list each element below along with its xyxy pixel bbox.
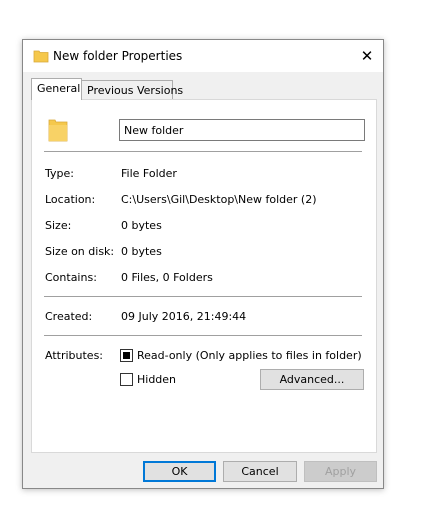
ok-button[interactable]: OK bbox=[143, 461, 216, 482]
size-value: 0 bytes bbox=[121, 219, 162, 232]
close-button[interactable]: ✕ bbox=[351, 40, 383, 72]
location-value: C:\Users\Gil\Desktop\New folder (2) bbox=[121, 193, 317, 206]
readonly-label: Read-only (Only applies to files in fold… bbox=[137, 349, 362, 362]
close-icon: ✕ bbox=[360, 47, 374, 65]
folder-name-input[interactable] bbox=[119, 119, 365, 141]
readonly-checkbox[interactable] bbox=[120, 349, 133, 362]
created-value: 09 July 2016, 21:49:44 bbox=[121, 310, 247, 323]
hidden-label: Hidden bbox=[137, 373, 177, 386]
type-label: Type: bbox=[45, 167, 74, 180]
hidden-checkbox[interactable] bbox=[120, 373, 133, 386]
divider bbox=[44, 296, 362, 297]
size-label: Size: bbox=[45, 219, 72, 232]
general-panel: Type: File Folder Location: C:\Users\Gil… bbox=[31, 99, 377, 453]
contains-value: 0 Files, 0 Folders bbox=[121, 271, 213, 284]
folder-icon bbox=[33, 50, 49, 63]
attributes-label: Attributes: bbox=[45, 349, 104, 362]
size-on-disk-label: Size on disk: bbox=[45, 245, 115, 258]
indeterminate-mark bbox=[123, 352, 130, 359]
folder-large-icon bbox=[48, 119, 68, 142]
created-label: Created: bbox=[45, 310, 93, 323]
tab-previous-versions[interactable]: Previous Versions bbox=[81, 80, 183, 100]
divider bbox=[44, 335, 362, 336]
cancel-button[interactable]: Cancel bbox=[223, 461, 297, 482]
size-on-disk-value: 0 bytes bbox=[121, 245, 162, 258]
window-title: New folder Properties bbox=[53, 49, 183, 63]
contains-label: Contains: bbox=[45, 271, 97, 284]
title-bar: New folder Properties ✕ bbox=[23, 40, 383, 72]
apply-button[interactable]: Apply bbox=[304, 461, 377, 482]
properties-dialog: New folder Properties ✕ General Previous… bbox=[22, 39, 384, 489]
divider bbox=[44, 151, 362, 152]
advanced-button[interactable]: Advanced... bbox=[260, 369, 364, 390]
type-value: File Folder bbox=[121, 167, 177, 180]
location-label: Location: bbox=[45, 193, 96, 206]
tab-general[interactable]: General bbox=[31, 78, 82, 100]
